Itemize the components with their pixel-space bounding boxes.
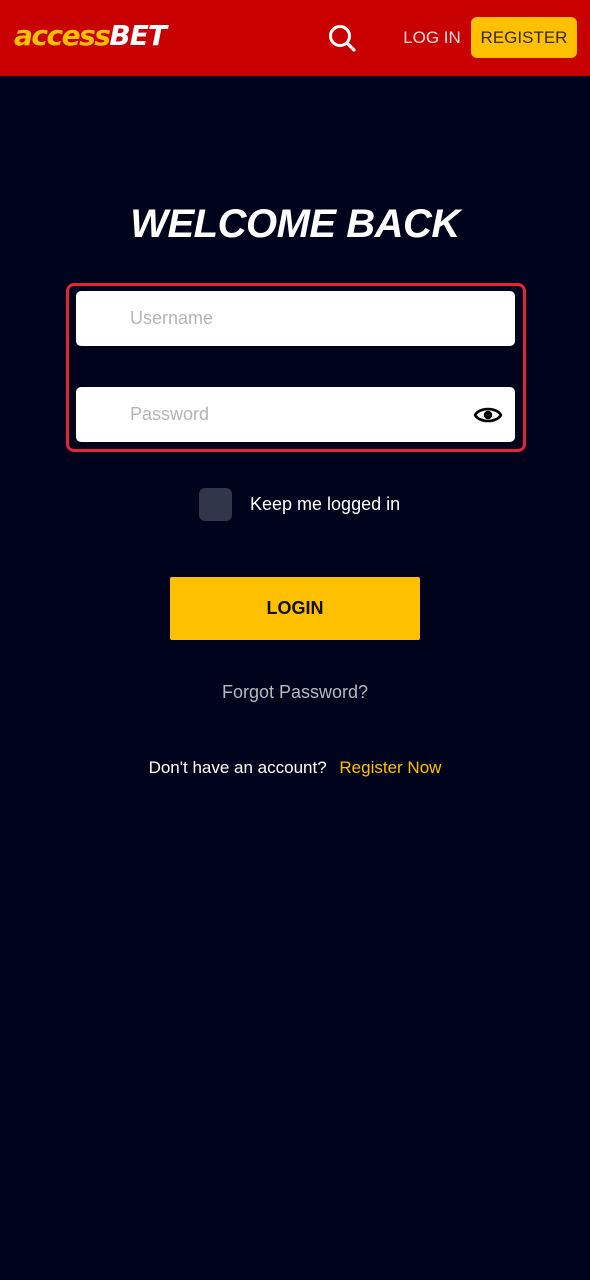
logo-text-bet: BET — [109, 19, 167, 52]
keep-logged-in-row: Keep me logged in — [199, 487, 400, 521]
page-title: WELCOME BACK — [130, 202, 460, 246]
password-input[interactable] — [130, 387, 470, 442]
show-password-toggle[interactable] — [473, 401, 503, 429]
login-button[interactable]: LOGIN — [170, 577, 420, 640]
keep-logged-in-label[interactable]: Keep me logged in — [250, 492, 400, 516]
accessbet-logo[interactable]: access BET — [14, 19, 167, 53]
eye-icon — [473, 407, 503, 423]
search-icon — [329, 25, 356, 52]
forgot-password-link[interactable]: Forgot Password? — [0, 680, 590, 704]
username-input[interactable] — [130, 291, 470, 346]
password-field[interactable] — [76, 387, 515, 442]
register-prompt: Don't have an account? Register Now — [0, 756, 590, 780]
header-register-button[interactable]: REGISTER — [471, 17, 577, 58]
logo-text-access: access — [14, 19, 111, 52]
header-login-link[interactable]: LOG IN — [400, 26, 464, 50]
register-now-link[interactable]: Register Now — [339, 758, 441, 777]
no-account-text: Don't have an account? — [148, 758, 327, 777]
username-field[interactable] — [76, 291, 515, 346]
top-header: access BET LOG IN REGISTER — [0, 0, 590, 76]
search-button[interactable] — [326, 22, 358, 54]
keep-logged-in-checkbox[interactable] — [199, 487, 232, 521]
